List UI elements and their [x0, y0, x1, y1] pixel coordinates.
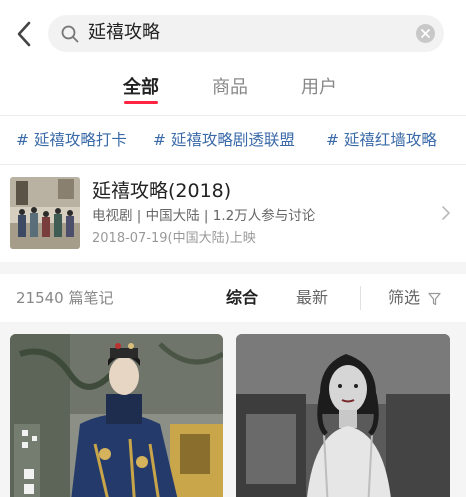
top-bar: 延禧攻略 [0, 0, 466, 68]
note-card-image[interactable] [10, 334, 223, 497]
divider [0, 164, 466, 165]
back-arrow-icon[interactable] [12, 18, 40, 50]
result-tabs: 全部 商品 用户 [0, 68, 466, 114]
notes-feed [0, 322, 466, 497]
drama-release-date: 2018-07-19(中国大陆)上映 [92, 231, 256, 246]
tab-all[interactable]: 全部 [123, 76, 159, 100]
drama-meta: 电视剧 | 中国大陆 | 1.2万人参与讨论 [92, 208, 316, 224]
tab-users[interactable]: 用户 [301, 76, 337, 100]
drama-info-card[interactable]: 延禧攻略(2018) 电视剧 | 中国大陆 | 1.2万人参与讨论 2018-0… [0, 166, 466, 262]
separator [360, 286, 361, 310]
drama-poster-image [10, 177, 80, 249]
sort-latest[interactable]: 最新 [296, 287, 328, 309]
search-query-text[interactable]: 延禧攻略 [88, 21, 160, 45]
sort-filter-bar: 21540 篇笔记 综合 最新 筛选 [0, 274, 466, 322]
hashtag-row: # 延禧攻略打卡 # 延禧攻略剧透联盟 # 延禧红墙攻略 [0, 116, 466, 164]
active-tab-indicator [124, 101, 158, 104]
clear-icon[interactable] [416, 24, 435, 43]
sort-comprehensive[interactable]: 综合 [226, 287, 258, 309]
search-input[interactable]: 延禧攻略 [48, 15, 444, 52]
hashtag-link[interactable]: # 延禧攻略打卡 [16, 130, 127, 150]
section-gap [0, 262, 466, 274]
note-count: 21540 篇笔记 [16, 289, 114, 307]
hashtag-link[interactable]: # 延禧攻略剧透联盟 [153, 130, 295, 150]
chevron-right-icon [440, 204, 452, 222]
drama-title: 延禧攻略(2018) [92, 180, 232, 202]
filter-funnel-icon[interactable] [428, 291, 441, 306]
tab-products[interactable]: 商品 [212, 76, 248, 100]
search-icon [60, 24, 80, 44]
note-card-image[interactable] [236, 334, 450, 497]
hashtag-link[interactable]: # 延禧红墙攻略 [326, 130, 437, 150]
filter-button[interactable]: 筛选 [388, 287, 420, 309]
